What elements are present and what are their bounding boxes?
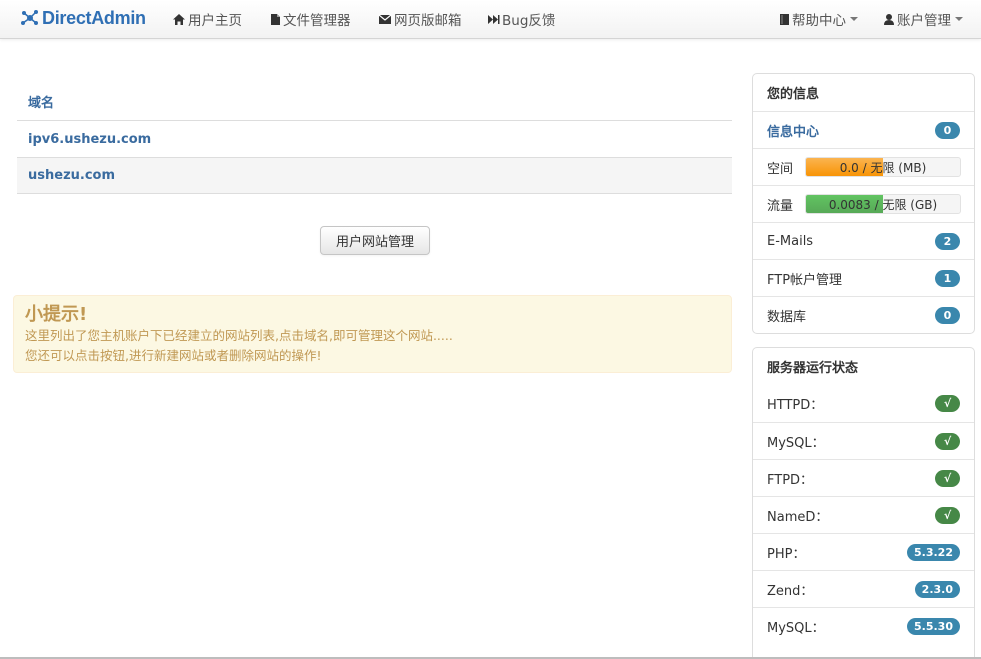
- info-center-row[interactable]: 信息中心 0: [753, 111, 974, 148]
- status-row: MySQL： √: [753, 422, 974, 459]
- panel-title: 您的信息: [767, 87, 820, 102]
- status-badge: √: [935, 470, 960, 487]
- status-row: PHP： 5.3.22: [753, 533, 974, 570]
- status-row: MySQL： 5.5.30: [753, 607, 974, 644]
- nav-help-center[interactable]: 帮助中心: [779, 0, 858, 38]
- status-badge: 5.3.22: [907, 544, 960, 561]
- databases-label: 数据库: [767, 309, 807, 325]
- panel-header: 服务器运行状态: [753, 348, 974, 385]
- status-label: FTPD：: [767, 472, 814, 488]
- tip-alert: 小提示! 这里列出了您主机账户下已经建立的网站列表,点击域名,即可管理这个网站.…: [13, 295, 732, 373]
- domain-link[interactable]: ipv6.ushezu.com: [28, 132, 151, 147]
- ftp-accounts-label: FTP帐户管理: [767, 272, 843, 288]
- nav-webmail-label: 网页版邮箱: [394, 13, 462, 29]
- book-icon: [780, 13, 789, 25]
- panel-header: 您的信息: [753, 74, 974, 111]
- status-badge: √: [935, 433, 960, 450]
- table-row: ipv6.ushezu.com: [17, 120, 732, 157]
- status-label: MySQL：: [767, 435, 825, 451]
- bandwidth-label: 流量: [767, 198, 794, 214]
- ftp-accounts-badge: 1: [935, 270, 960, 287]
- bandwidth-row: 流量 0.0083 / 无限 (GB): [753, 185, 974, 222]
- domain-link[interactable]: ushezu.com: [28, 168, 115, 183]
- file-icon: [271, 13, 280, 25]
- nav-webmail[interactable]: 网页版邮箱: [378, 0, 462, 38]
- status-label: NameD：: [767, 509, 829, 525]
- status-row: Zend： 2.3.0: [753, 570, 974, 607]
- status-row: NameD： √: [753, 496, 974, 533]
- tip-line: 这里列出了您主机账户下已经建立的网站列表,点击域名,即可管理这个网站.....: [25, 328, 453, 343]
- status-label: PHP：: [767, 546, 806, 562]
- status-label: Zend：: [767, 583, 814, 599]
- info-center-link[interactable]: 信息中心: [767, 121, 819, 140]
- status-badge: 5.5.30: [907, 618, 960, 635]
- nav-home[interactable]: 用户主页: [172, 0, 242, 38]
- server-status-panel: 服务器运行状态 HTTPD： √ MySQL： √ FTPD： √ NameD： √ PHP： 5…: [752, 347, 975, 659]
- emails-label: E-Mails: [767, 233, 814, 249]
- panel-title: 服务器运行状态: [767, 361, 859, 376]
- databases-badge: 0: [935, 307, 960, 324]
- domain-column-header: 域名: [28, 96, 55, 111]
- disk-space-progress-text: 0.0 / 无限 (MB): [839, 160, 927, 175]
- emails-badge: 2: [935, 233, 960, 250]
- table-row: ushezu.com: [17, 157, 732, 194]
- bandwidth-progress-text: 0.0083 / 无限 (GB): [828, 197, 938, 212]
- chevron-down-icon: [955, 17, 963, 21]
- top-navbar: DirectAdmin 用户主页 文件管理器 网页版邮箱 Bug反馈 帮助中心 …: [0, 0, 981, 39]
- home-icon: [173, 13, 185, 25]
- brand-logo[interactable]: DirectAdmin: [20, 6, 146, 30]
- ftp-accounts-row[interactable]: FTP帐户管理 1: [753, 259, 974, 296]
- nav-help-center-label: 帮助中心: [792, 13, 846, 29]
- emails-row[interactable]: E-Mails 2: [753, 222, 974, 259]
- status-list: HTTPD： √ MySQL： √ FTPD： √ NameD： √ PHP： 5.3.22 Zen…: [753, 385, 974, 644]
- brand-name: DirectAdmin: [42, 7, 146, 28]
- status-badge: √: [935, 507, 960, 524]
- nav-bug-report-label: Bug反馈: [502, 13, 556, 29]
- disk-space-label: 空间: [767, 161, 794, 177]
- databases-row[interactable]: 数据库 0: [753, 296, 974, 333]
- nav-account-management[interactable]: 账户管理: [883, 0, 963, 38]
- nav-home-label: 用户主页: [188, 13, 242, 29]
- status-row: HTTPD： √: [753, 385, 974, 422]
- tip-line: 您还可以点击按钮,进行新建网站或者删除网站的操作!: [25, 348, 322, 363]
- fast-forward-icon: [488, 14, 500, 24]
- bandwidth-progress: 0.0083 / 无限 (GB): [805, 194, 961, 214]
- user-info-panel: 您的信息 信息中心 0 空间 0.0 / 无限 (MB) 流量 0.0083 /…: [752, 73, 975, 334]
- tip-title: 小提示!: [25, 304, 88, 325]
- envelope-icon: [378, 14, 392, 24]
- nav-file-manager-label: 文件管理器: [283, 13, 351, 29]
- nav-account-management-label: 账户管理: [897, 13, 951, 29]
- status-badge: 2.3.0: [914, 581, 960, 598]
- info-center-badge: 0: [935, 122, 960, 139]
- status-label: HTTPD：: [767, 398, 824, 413]
- chevron-down-icon: [850, 17, 858, 21]
- nav-file-manager[interactable]: 文件管理器: [270, 0, 351, 38]
- disk-space-progress: 0.0 / 无限 (MB): [805, 157, 961, 177]
- status-label: MySQL：: [767, 620, 825, 636]
- domain-table-header: 域名: [17, 83, 732, 120]
- domain-table: 域名 ipv6.ushezu.com ushezu.com: [17, 83, 732, 194]
- disk-space-row: 空间 0.0 / 无限 (MB): [753, 148, 974, 185]
- status-row: FTPD： √: [753, 459, 974, 496]
- status-badge: √: [935, 395, 960, 412]
- manage-sites-button[interactable]: 用户网站管理: [320, 226, 430, 255]
- directadmin-logo-icon: [21, 10, 38, 25]
- nav-bug-report[interactable]: Bug反馈: [487, 0, 555, 38]
- user-icon: [884, 13, 894, 25]
